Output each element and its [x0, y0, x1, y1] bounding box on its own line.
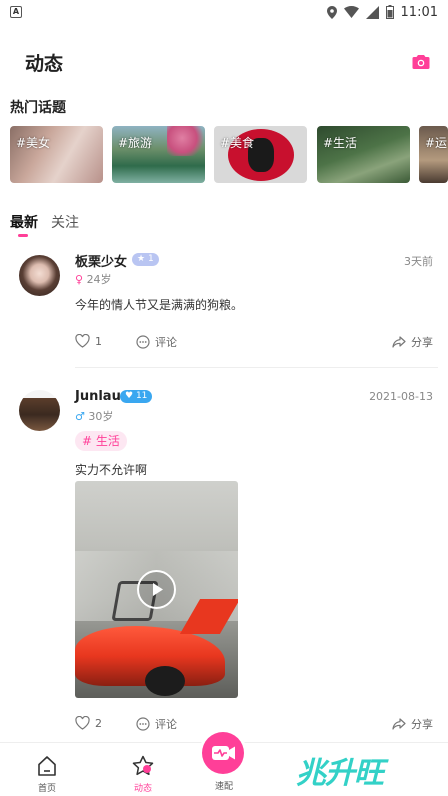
post-text: 今年的情人节又是满满的狗粮。 [75, 298, 244, 312]
comment-button[interactable]: 评论 [136, 334, 177, 350]
nav-home-label: 首页 [37, 784, 56, 794]
share-button[interactable]: 分享 [392, 716, 433, 732]
video-match-icon [212, 746, 235, 760]
female-icon: ♀ [75, 273, 87, 286]
level-badge: ♥ 11 [120, 390, 153, 403]
age-value: 24岁 [86, 273, 112, 286]
post-age: ♂ 30岁 [75, 408, 113, 424]
topic-label: #生活 [323, 136, 358, 150]
topic-label: #美食 [220, 136, 255, 150]
battery-icon [385, 5, 394, 19]
signal-icon [365, 5, 379, 19]
star-icon: ★ [137, 254, 148, 264]
share-button[interactable]: 分享 [392, 334, 433, 350]
quick-match-label: 速配 [214, 782, 233, 792]
heart-icon [75, 716, 90, 730]
watermark-logo: 兆升旺 [296, 756, 384, 791]
tab-latest[interactable]: 最新 [10, 212, 38, 232]
level-badge: ★ 1 [132, 253, 159, 266]
post-username[interactable]: 板栗少女 [75, 251, 127, 270]
topic-card-sport[interactable]: #运 [419, 126, 448, 183]
post-age: ♀ 24岁 [75, 271, 112, 287]
heart-badge-icon: ♥ [125, 391, 136, 401]
post-video[interactable] [75, 481, 238, 698]
post-username[interactable]: Junlau [75, 389, 121, 404]
post-topic-tag[interactable]: # 生活 [75, 431, 127, 451]
camera-icon[interactable] [412, 54, 430, 70]
header: 动态 [0, 44, 448, 80]
comment-button[interactable]: 评论 [136, 716, 177, 732]
topic-label: #美女 [16, 136, 51, 150]
wifi-icon [343, 6, 359, 18]
status-time: 11:01 [400, 4, 438, 20]
star-nav-icon [132, 755, 154, 776]
age-value: 30岁 [88, 410, 114, 423]
like-button[interactable]: 1 [75, 334, 102, 348]
male-icon: ♂ [75, 410, 89, 423]
heart-icon [75, 334, 90, 348]
hot-topics-title: 热门话题 [10, 100, 66, 116]
app-notification-icon: A [10, 6, 22, 18]
tab-follow[interactable]: 关注 [51, 212, 79, 232]
like-count: 1 [95, 334, 102, 348]
topic-card-travel[interactable]: #旅游 [112, 126, 205, 183]
active-tab-indicator [18, 234, 28, 237]
post-time: 3天前 [404, 255, 433, 268]
level-badge-value: 11 [135, 391, 148, 401]
share-icon [392, 335, 406, 348]
share-label: 分享 [411, 718, 433, 731]
topic-card-beauty[interactable]: #美女 [10, 126, 103, 183]
quick-match-button[interactable] [202, 732, 244, 774]
topic-card-life[interactable]: #生活 [317, 126, 410, 183]
like-button[interactable]: 2 [75, 716, 102, 730]
location-icon [326, 5, 337, 19]
avatar[interactable] [19, 390, 60, 431]
post-text: 实力不允许啊 [75, 463, 148, 477]
comment-icon [136, 335, 150, 349]
comment-label: 评论 [155, 336, 177, 349]
nav-feed-label: 动态 [133, 784, 152, 794]
post-divider [75, 367, 438, 368]
home-icon [38, 756, 56, 776]
topic-label: #运 [425, 136, 448, 150]
nav-home[interactable]: 首页 [17, 743, 77, 796]
play-button[interactable] [137, 570, 176, 609]
topic-card-food[interactable]: #美食 [214, 126, 307, 183]
avatar[interactable] [19, 255, 60, 296]
level-badge-value: 1 [147, 254, 154, 264]
hot-topics-list: #美女 #旅游 #美食 #生活 #运 [10, 126, 448, 183]
share-label: 分享 [411, 336, 433, 349]
comment-icon [136, 717, 150, 731]
comment-label: 评论 [155, 718, 177, 731]
share-icon [392, 717, 406, 730]
status-bar: A 11:01 [0, 0, 448, 24]
like-count: 2 [95, 716, 102, 730]
page-title: 动态 [25, 53, 64, 75]
play-icon [153, 583, 163, 596]
topic-label: #旅游 [118, 136, 153, 150]
post-time: 2021-08-13 [369, 390, 433, 403]
nav-feed[interactable]: 动态 [113, 743, 173, 796]
